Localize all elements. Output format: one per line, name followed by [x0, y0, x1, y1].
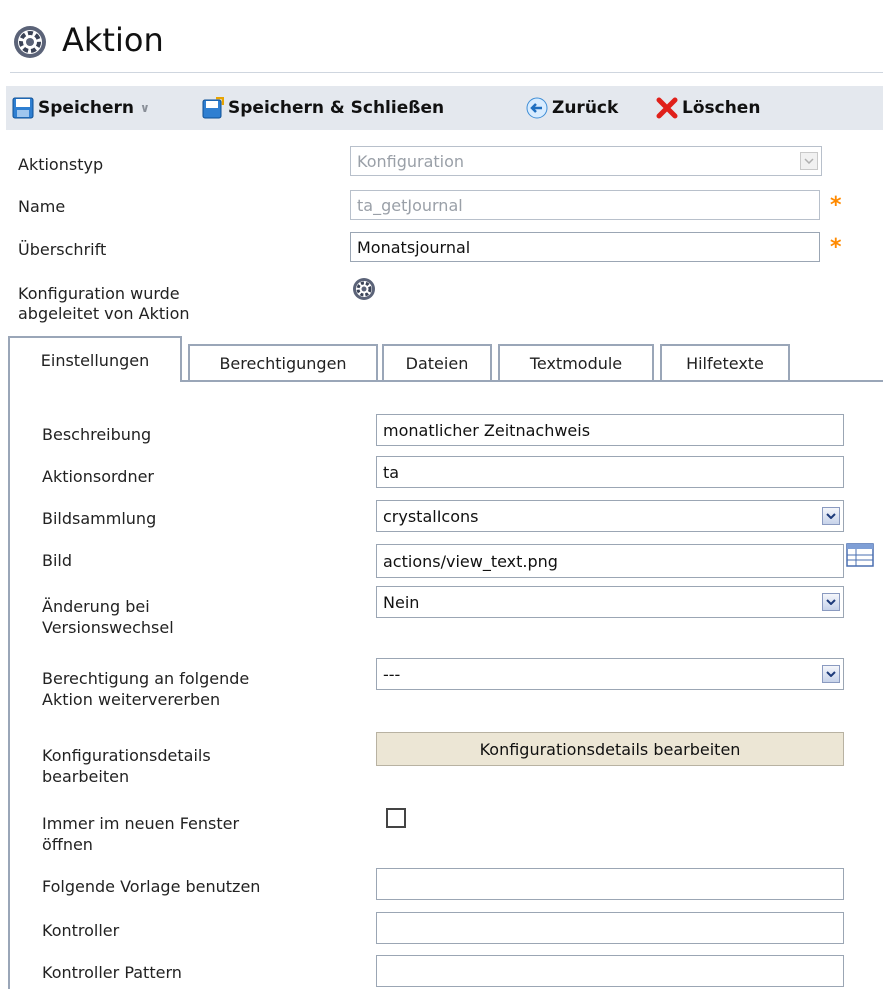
inherit-permission-label-line2: Aktion weitervererben — [42, 690, 221, 709]
template-field[interactable] — [376, 868, 844, 900]
back-button[interactable]: Zurück — [526, 86, 618, 130]
action-type-select: Konfiguration — [350, 146, 822, 176]
toolbar: Speichern ∨ Speichern & Schließen Zurück… — [6, 86, 883, 130]
description-field[interactable]: monatlicher Zeitnachweis — [376, 414, 844, 446]
derived-label-line1: Konfiguration wurde — [18, 284, 180, 303]
tab-bar-line — [182, 380, 883, 382]
controller-pattern-field[interactable] — [376, 955, 844, 987]
image-label: Bild — [42, 551, 73, 570]
tab-textmodule[interactable]: Textmodule — [498, 344, 654, 380]
heading-label: Überschrift — [18, 240, 107, 259]
action-gear-icon — [14, 26, 46, 58]
chevron-down-icon[interactable] — [822, 665, 840, 683]
save-button[interactable]: Speichern ∨ — [12, 86, 150, 130]
save-close-button[interactable]: Speichern & Schließen — [202, 86, 444, 130]
panel-left-border — [8, 382, 10, 989]
action-folder-label: Aktionsordner — [42, 467, 154, 486]
save-close-icon — [202, 97, 224, 119]
save-close-label: Speichern & Schließen — [228, 98, 445, 118]
controller-label: Kontroller — [42, 921, 120, 940]
delete-label: Löschen — [682, 98, 761, 118]
config-details-label-line2: bearbeiten — [42, 767, 130, 786]
back-arrow-icon — [526, 97, 548, 119]
version-change-select[interactable]: Nein — [376, 586, 844, 618]
back-label: Zurück — [552, 98, 619, 118]
action-gear-icon[interactable] — [352, 277, 376, 301]
image-field[interactable]: actions/view_text.png — [376, 544, 844, 578]
description-label: Beschreibung — [42, 425, 152, 444]
new-window-label-line1: Immer im neuen Fenster — [42, 814, 240, 833]
delete-button[interactable]: Löschen — [656, 86, 760, 130]
name-field: ta_getJournal — [350, 190, 820, 220]
version-change-label-line1: Änderung bei — [42, 597, 150, 616]
version-change-label-line2: Versionswechsel — [42, 618, 174, 637]
save-label: Speichern — [38, 98, 134, 118]
action-type-label: Aktionstyp — [18, 155, 104, 174]
page-title: Aktion — [62, 21, 164, 59]
tab-berechtigungen[interactable]: Berechtigungen — [188, 344, 378, 380]
name-label: Name — [18, 197, 66, 216]
inherit-permission-label-line1: Berechtigung an folgende — [42, 669, 250, 688]
delete-x-icon — [656, 97, 678, 119]
inherit-permission-select[interactable]: --- — [376, 658, 844, 690]
tab-einstellungen[interactable]: Einstellungen — [8, 336, 182, 382]
controller-field[interactable] — [376, 912, 844, 944]
save-icon — [12, 97, 34, 119]
chevron-down-icon[interactable]: ∨ — [140, 101, 150, 115]
derived-label-line2: abgeleitet von Aktion — [18, 304, 190, 323]
chevron-down-icon[interactable] — [822, 507, 840, 525]
image-collection-label: Bildsammlung — [42, 509, 157, 528]
title-divider — [10, 72, 883, 73]
action-folder-field[interactable]: ta — [376, 456, 844, 488]
new-window-label-line2: öffnen — [42, 835, 93, 854]
heading-field[interactable]: Monatsjournal — [350, 232, 820, 262]
image-collection-select[interactable]: crystalIcons — [376, 500, 844, 532]
tab-hilfetexte[interactable]: Hilfetexte — [660, 344, 790, 380]
chevron-down-icon — [800, 152, 818, 170]
required-marker: * — [830, 193, 842, 218]
tab-dateien[interactable]: Dateien — [382, 344, 492, 380]
image-picker-icon[interactable] — [846, 543, 874, 567]
config-details-button[interactable]: Konfigurationsdetails bearbeiten — [376, 732, 844, 766]
required-marker: * — [830, 235, 842, 260]
config-details-label-line1: Konfigurationsdetails — [42, 746, 211, 765]
controller-pattern-label: Kontroller Pattern — [42, 963, 182, 982]
template-label: Folgende Vorlage benutzen — [42, 877, 261, 896]
new-window-checkbox[interactable] — [386, 808, 406, 828]
chevron-down-icon[interactable] — [822, 593, 840, 611]
